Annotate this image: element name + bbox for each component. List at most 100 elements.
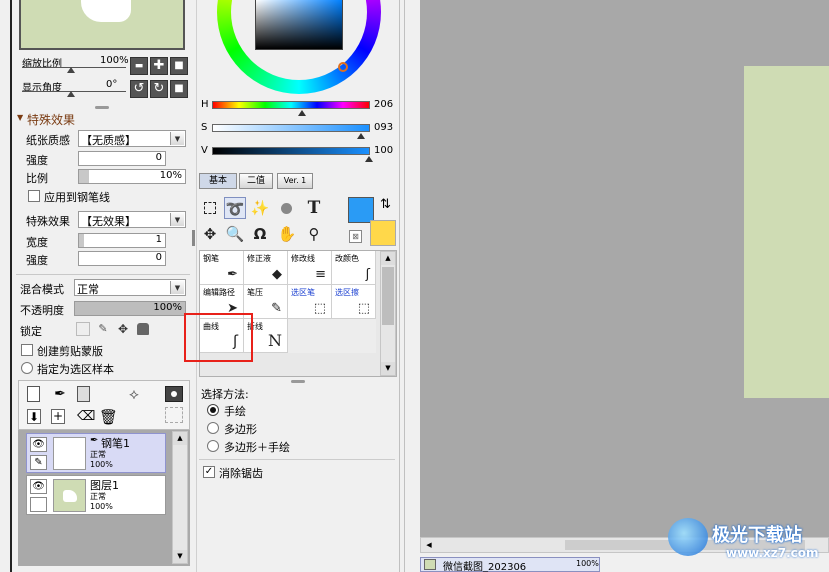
zoom-icon[interactable]: 🔍 <box>224 223 246 245</box>
eraser-icon: ◆ <box>272 267 282 282</box>
scroll-down-icon[interactable]: ▼ <box>173 550 187 563</box>
clear-layer-icon[interactable]: ⌫ <box>77 409 95 424</box>
tab-binary[interactable]: 二值 <box>239 173 273 189</box>
method-radio-mixed[interactable] <box>207 440 219 452</box>
width-field[interactable]: 1 <box>78 233 166 248</box>
selection-sample-radio[interactable] <box>21 362 33 374</box>
strength2-field[interactable]: 0 <box>78 251 166 266</box>
layer-row[interactable]: 👁 图层1 正常 100% <box>26 475 166 515</box>
secondary-color-swatch[interactable] <box>370 220 396 246</box>
layer-mask-icon[interactable] <box>165 386 183 402</box>
text-icon[interactable]: T <box>303 197 325 219</box>
chevron-down-icon: ▼ <box>170 132 184 145</box>
lock-transparency-icon[interactable] <box>76 322 90 336</box>
scroll-left-icon[interactable]: ◀ <box>422 539 436 551</box>
transfer-down-icon[interactable]: ⬇ <box>27 409 41 424</box>
clipping-mask-checkbox[interactable] <box>21 344 33 356</box>
new-layer-folder-icon[interactable] <box>77 386 90 402</box>
vertical-splitter[interactable] <box>192 230 195 246</box>
swap-colors-icon[interactable]: ⇅ <box>380 197 391 212</box>
brush-cell[interactable]: 选区擦 ⬚ <box>332 285 376 319</box>
new-layer-icon[interactable] <box>27 386 40 402</box>
status-tab[interactable]: 微信截图_202306 100% <box>420 557 600 572</box>
hand-icon[interactable]: ✋ <box>276 223 298 245</box>
method-radio-polygon[interactable] <box>207 422 219 434</box>
merge-down-icon[interactable]: + <box>51 409 65 424</box>
brush-cell[interactable]: 修改线 ≡ <box>288 251 332 285</box>
eye-icon[interactable]: 👁 <box>30 437 47 452</box>
collapse-icon[interactable]: ▼ <box>17 113 23 122</box>
tab-basic[interactable]: 基本 <box>199 173 237 189</box>
strength-field[interactable]: 0 <box>78 151 166 166</box>
canvas-area[interactable] <box>420 0 829 537</box>
brush-cell[interactable]: 修正液 ◆ <box>244 251 288 285</box>
brush-cell[interactable]: 改颜色 ʃ <box>332 251 376 285</box>
brush-cell[interactable]: 选区笔 ⬚ <box>288 285 332 319</box>
canvas-document[interactable] <box>744 66 829 398</box>
layer-row[interactable]: 👁 ✎ ✒ 钢笔1 正常 100% <box>26 433 166 473</box>
zoom-in-button[interactable]: ✚ <box>150 57 168 75</box>
pen-edit-icon[interactable]: ✎ <box>30 455 47 470</box>
v-slider[interactable] <box>212 147 370 155</box>
brush-label: 修改线 <box>291 254 315 263</box>
antialias-checkbox[interactable]: ✓ <box>203 466 215 478</box>
rotate-icon[interactable]: Ω <box>249 223 271 245</box>
apply-pen-checkbox[interactable] <box>28 190 40 202</box>
brush-label: 笔压 <box>247 288 263 297</box>
brush-cell[interactable]: 钢笔 ✒ <box>200 251 244 285</box>
lasso-icon[interactable]: ➰ <box>224 197 246 219</box>
lock-move-icon[interactable]: ✥ <box>116 322 130 336</box>
zoom-slider-thumb[interactable] <box>67 67 75 73</box>
rect-select-icon[interactable] <box>199 197 221 219</box>
layer-guide-icon[interactable]: ⟡ <box>123 384 145 404</box>
navigator-preview[interactable] <box>19 0 185 50</box>
lock-draw-icon[interactable]: ✎ <box>96 322 110 336</box>
brush-grid: 钢笔 ✒ 修正液 ◆ 修改线 ≡ 改颜色 ʃ 编辑路径 ➤ 笔压 ✎ 选区笔 ⬚ 选区擦 ⬚ 曲… <box>184 250 397 377</box>
s-slider[interactable] <box>212 124 370 132</box>
scroll-up-icon[interactable]: ▲ <box>173 432 187 445</box>
zoom-out-button[interactable]: ▬ <box>130 57 148 75</box>
zoom-reset-button[interactable]: ■ <box>170 57 188 75</box>
ratio-field[interactable]: 10% <box>78 169 186 184</box>
s-slider-thumb[interactable] <box>357 133 365 139</box>
method-radio-freehand[interactable] <box>207 404 219 416</box>
hue-marker-icon[interactable] <box>338 62 348 72</box>
eye-icon[interactable]: 👁 <box>30 479 47 494</box>
h-slider-thumb[interactable] <box>298 110 306 116</box>
new-pen-layer-icon[interactable]: ✒ <box>51 385 69 403</box>
effects-title: 特殊效果 <box>27 113 76 127</box>
scroll-up-icon[interactable]: ▲ <box>381 252 395 265</box>
left-edge <box>0 0 12 572</box>
opacity-field[interactable]: 100% <box>74 301 186 316</box>
tab-version[interactable]: Ver. 1 <box>277 173 313 189</box>
angle-slider-thumb[interactable] <box>67 91 75 97</box>
ratio-value: 10% <box>159 170 182 181</box>
layer-scrollbar[interactable]: ▲ ▼ <box>172 431 188 564</box>
panel-splitter[interactable] <box>291 380 305 383</box>
select-pen-icon[interactable] <box>276 197 298 219</box>
scroll-thumb[interactable] <box>382 267 394 325</box>
layer-thumbnail <box>53 479 86 512</box>
special-effect-select[interactable]: 【无效果】 ▼ <box>78 211 186 228</box>
panel-splitter[interactable] <box>95 106 109 109</box>
rotate-left-button[interactable]: ↺ <box>130 80 148 98</box>
scroll-down-icon[interactable]: ▼ <box>381 362 395 375</box>
brush-scrollbar[interactable]: ▲ ▼ <box>380 251 396 376</box>
layer-edit-slot[interactable] <box>30 497 47 512</box>
trash-icon[interactable]: 🗑 <box>99 408 118 426</box>
rotate-reset-button[interactable]: ■ <box>170 80 188 98</box>
rotate-right-button[interactable]: ↻ <box>150 80 168 98</box>
brush-label: 钢笔 <box>203 254 219 263</box>
h-slider[interactable] <box>212 101 370 109</box>
transparent-color-icon[interactable]: ⊠ <box>349 230 362 243</box>
eyedropper-icon[interactable]: ⚲ <box>303 223 325 245</box>
magic-wand-icon[interactable]: ✨ <box>249 197 271 219</box>
layer-mask-options-icon[interactable] <box>165 407 183 423</box>
lock-all-icon[interactable] <box>137 323 149 335</box>
v-slider-thumb[interactable] <box>365 156 373 162</box>
blend-mode-select[interactable]: 正常 ▼ <box>74 279 186 296</box>
move-icon[interactable]: ✥ <box>199 223 221 245</box>
paper-texture-select[interactable]: 【无质感】 ▼ <box>78 130 186 147</box>
special-effect-label: 特殊效果 <box>26 215 70 228</box>
color-sv-square[interactable] <box>255 0 343 50</box>
